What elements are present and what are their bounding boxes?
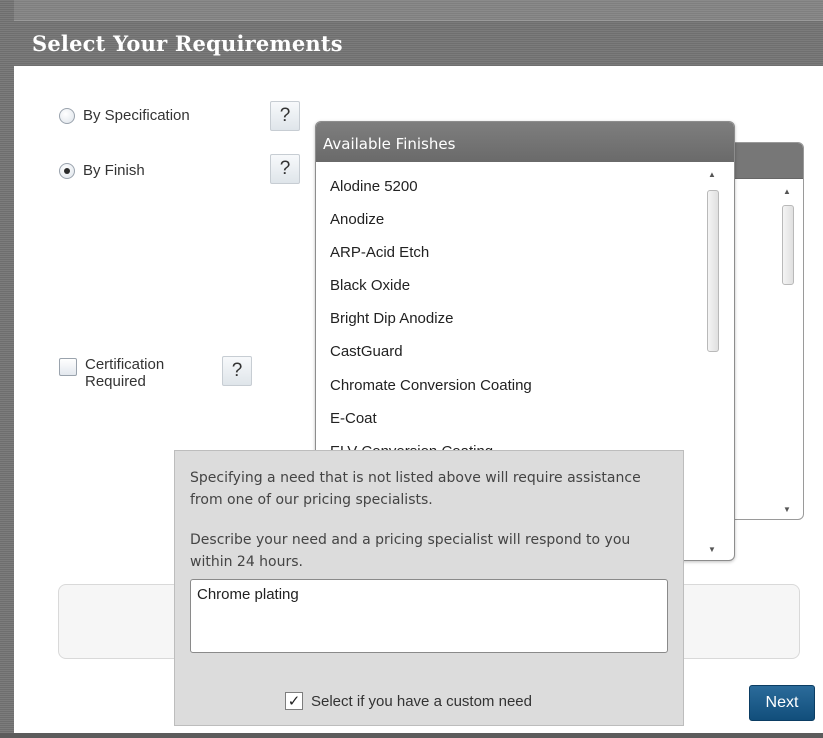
checkbox-icon[interactable] xyxy=(59,358,77,376)
page-title: Select Your Requirements xyxy=(32,31,343,56)
list-item[interactable]: CastGuard xyxy=(330,335,532,368)
scroll-up-icon[interactable]: ▲ xyxy=(783,187,791,196)
custom-need-popup: Specifying a need that is not listed abo… xyxy=(174,450,684,726)
question-icon: ? xyxy=(279,158,291,179)
scroll-down-icon[interactable]: ▼ xyxy=(783,505,791,514)
list-item[interactable]: Bright Dip Anodize xyxy=(330,302,532,335)
finishes-list: Alodine 5200 Anodize ARP-Acid Etch Black… xyxy=(330,170,532,468)
question-icon: ? xyxy=(279,105,291,126)
option-by-finish[interactable]: By Finish xyxy=(59,162,145,179)
scroll-up-icon[interactable]: ▲ xyxy=(708,170,716,179)
list-item[interactable]: Black Oxide xyxy=(330,269,532,302)
list-item[interactable]: Alodine 5200 xyxy=(330,170,532,203)
radio-icon[interactable] xyxy=(59,107,75,124)
scroll-down-icon[interactable]: ▼ xyxy=(708,545,716,554)
scroll-thumb[interactable] xyxy=(707,190,719,352)
question-icon: ? xyxy=(231,360,243,381)
custom-need-label: Select if you have a custom need xyxy=(311,692,532,710)
option-by-specification-label: By Specification xyxy=(83,107,190,124)
certification-label-line1: Certification xyxy=(85,356,165,373)
finishes-scrollbar[interactable]: ▲ ▼ xyxy=(706,170,720,555)
left-border xyxy=(0,0,14,738)
popup-instructions-text: Describe your need and a pricing special… xyxy=(190,532,631,570)
secondary-scrollbar[interactable]: ▲ ▼ xyxy=(781,187,795,514)
certification-label-line2: Required xyxy=(85,373,146,390)
help-finish-button[interactable]: ? xyxy=(270,154,300,184)
list-item[interactable]: Anodize xyxy=(330,203,532,236)
next-button[interactable]: Next xyxy=(749,685,815,721)
scroll-thumb[interactable] xyxy=(782,205,794,285)
custom-need-input[interactable]: Chrome plating xyxy=(190,579,668,653)
list-item[interactable]: ARP-Acid Etch xyxy=(330,236,532,269)
option-by-finish-label: By Finish xyxy=(83,162,145,179)
option-by-specification[interactable]: By Specification xyxy=(59,107,190,124)
custom-need-checkbox-row[interactable]: ✓ Select if you have a custom need xyxy=(285,692,532,710)
help-certification-button[interactable]: ? xyxy=(222,356,252,386)
bottom-border xyxy=(0,733,823,738)
title-bar: Select Your Requirements xyxy=(14,20,823,66)
listbox-header: Available Finishes xyxy=(316,122,734,162)
popup-notice-text: Specifying a need that is not listed abo… xyxy=(190,470,641,508)
radio-selected-icon[interactable] xyxy=(59,162,75,179)
list-item[interactable]: E-Coat xyxy=(330,402,532,435)
checkbox-checked-icon[interactable]: ✓ xyxy=(285,692,303,710)
help-specification-button[interactable]: ? xyxy=(270,101,300,131)
list-item[interactable]: Chromate Conversion Coating xyxy=(330,369,532,402)
option-certification-required[interactable]: Certification Required xyxy=(59,356,164,390)
